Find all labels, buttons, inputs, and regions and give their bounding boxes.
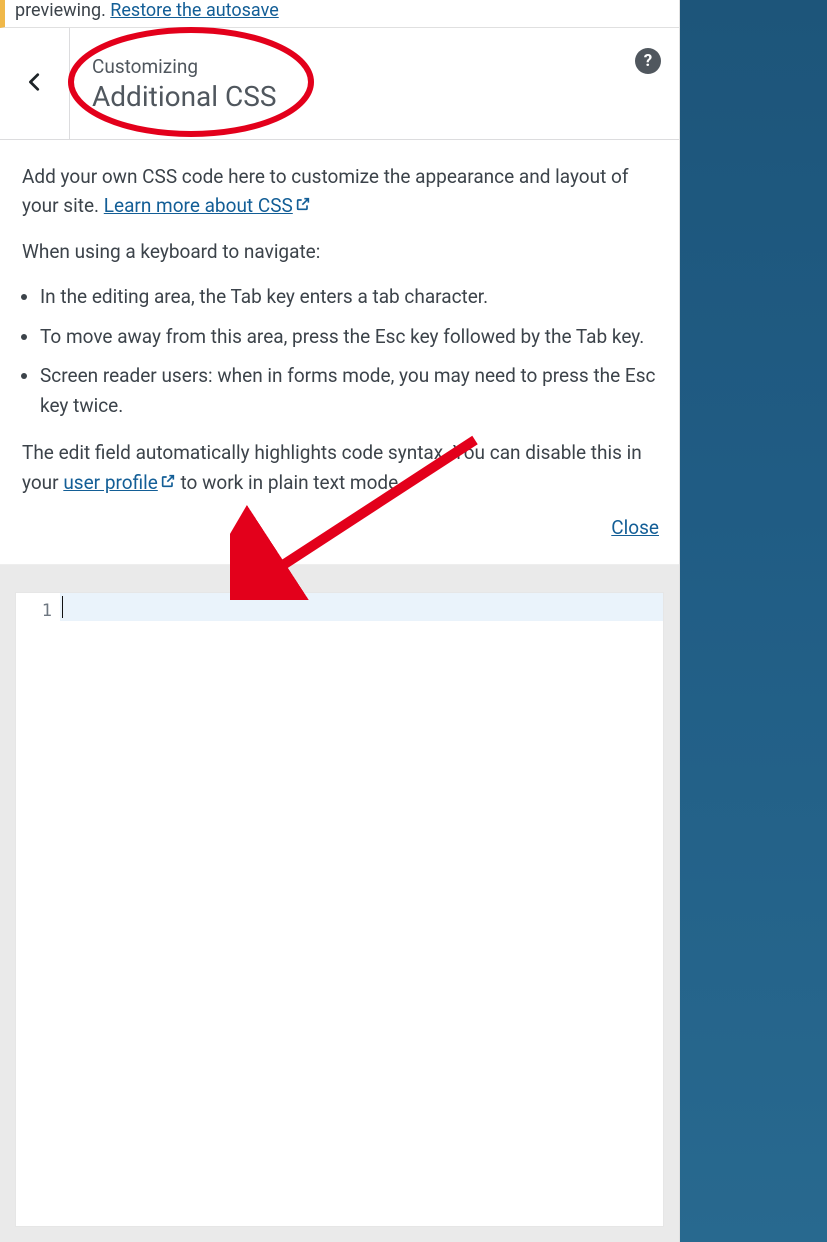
panel-header: Customizing Additional CSS ?: [0, 28, 679, 140]
intro-paragraph: Add your own CSS code here to customize …: [22, 162, 659, 221]
text-cursor: [62, 596, 63, 618]
active-line[interactable]: [60, 593, 663, 621]
list-item: To move away from this area, press the E…: [40, 322, 659, 351]
keyboard-hints-list: In the editing area, the Tab key enters …: [22, 282, 659, 420]
external-link-icon: [160, 468, 176, 497]
page-title: Additional CSS: [92, 80, 679, 113]
chevron-left-icon: [24, 71, 46, 97]
header-titles: Customizing Additional CSS: [70, 55, 679, 113]
line-number: 1: [16, 597, 52, 625]
editor-wrap: 1: [0, 565, 679, 1242]
line-gutter: 1: [16, 593, 60, 1226]
list-item: In the editing area, the Tab key enters …: [40, 282, 659, 311]
restore-autosave-link[interactable]: Restore the autosave: [110, 0, 278, 21]
site-preview: [680, 0, 827, 1242]
breadcrumb: Customizing: [92, 55, 679, 78]
code-area[interactable]: [60, 593, 663, 1226]
back-button[interactable]: [0, 28, 70, 139]
close-row: Close: [22, 513, 659, 542]
user-profile-label: user profile: [63, 471, 158, 494]
keyboard-heading: When using a keyboard to navigate:: [22, 237, 659, 266]
autosave-notice: previewing. Restore the autosave: [0, 0, 679, 28]
css-editor[interactable]: 1: [16, 593, 663, 1226]
external-link-icon: [295, 191, 311, 220]
help-icon: ?: [644, 51, 652, 71]
help-button[interactable]: ?: [635, 48, 661, 74]
learn-more-label: Learn more about CSS: [104, 194, 293, 217]
learn-more-css-link[interactable]: Learn more about CSS: [104, 194, 311, 217]
list-item: Screen reader users: when in forms mode,…: [40, 361, 659, 420]
customizer-panel: previewing. Restore the autosave Customi…: [0, 0, 680, 1242]
syntax-suffix: to work in plain text mode.: [176, 471, 403, 494]
syntax-paragraph: The edit field automatically highlights …: [22, 438, 659, 497]
user-profile-link[interactable]: user profile: [63, 471, 176, 494]
close-link[interactable]: Close: [611, 516, 659, 539]
notice-text: previewing.: [15, 0, 110, 21]
description-area: Add your own CSS code here to customize …: [0, 140, 679, 565]
